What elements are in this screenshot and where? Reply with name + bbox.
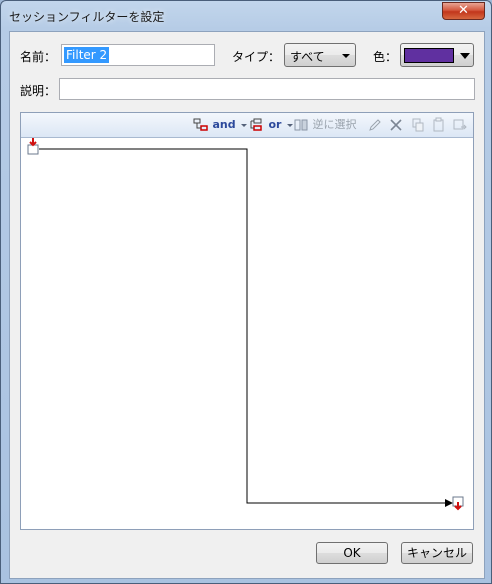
title-bar[interactable]: セッションフィルターを設定 ✕ [1, 1, 491, 31]
description-label: 説明： [20, 84, 57, 98]
add-or-button[interactable]: or [249, 117, 293, 133]
or-node-icon [250, 118, 262, 131]
window-title: セッションフィルターを設定 [9, 10, 165, 24]
edit-button[interactable] [368, 117, 382, 133]
filter-dialog: セッションフィルターを設定 ✕ 名前： Filter 2 タイプ： すべて 色：… [0, 0, 492, 584]
cancel-button[interactable]: キャンセル [401, 542, 473, 564]
type-label: タイプ： [232, 50, 281, 64]
color-label: 色： [373, 50, 398, 64]
invert-selection-button[interactable]: 逆に選択 [293, 117, 357, 133]
flow-connector [39, 148, 453, 507]
chevron-down-icon [460, 53, 470, 59]
move-button[interactable] [453, 117, 467, 133]
type-dropdown-value: すべて [290, 50, 325, 64]
delete-x-icon [390, 119, 402, 131]
pencil-icon [369, 119, 381, 131]
name-input-value: Filter 2 [64, 47, 110, 63]
filter-editor: and or 逆に選択 [20, 112, 474, 530]
delete-button[interactable] [389, 117, 403, 133]
and-label: and [212, 118, 236, 131]
name-label: 名前： [20, 50, 57, 64]
filter-canvas[interactable] [21, 138, 473, 529]
color-swatch [404, 48, 454, 63]
dialog-body: 名前： Filter 2 タイプ： すべて 色： 説明： and or 逆に選択… [9, 31, 485, 579]
end-node-icon [452, 496, 464, 511]
paste-button[interactable] [432, 117, 446, 133]
color-picker[interactable] [400, 43, 474, 67]
name-input[interactable]: Filter 2 [61, 44, 215, 66]
editor-toolbar: and or 逆に選択 [21, 113, 473, 138]
type-dropdown[interactable]: すべて [284, 43, 356, 67]
invert-label: 逆に選択 [312, 118, 357, 131]
and-node-icon [193, 118, 208, 131]
paste-icon [433, 117, 444, 132]
chevron-down-icon [241, 123, 248, 127]
move-icon [453, 119, 467, 130]
start-node-icon [27, 138, 39, 155]
copy-icon [412, 118, 424, 132]
invert-icon [294, 119, 308, 131]
copy-button[interactable] [411, 117, 425, 133]
ok-button[interactable]: OK [316, 542, 388, 564]
add-and-button[interactable]: and [193, 117, 248, 133]
description-input[interactable] [59, 78, 475, 100]
chevron-down-icon [342, 54, 350, 58]
filter-flow-diagram [27, 138, 464, 511]
close-button[interactable]: ✕ [442, 2, 485, 20]
or-label: or [268, 118, 282, 131]
